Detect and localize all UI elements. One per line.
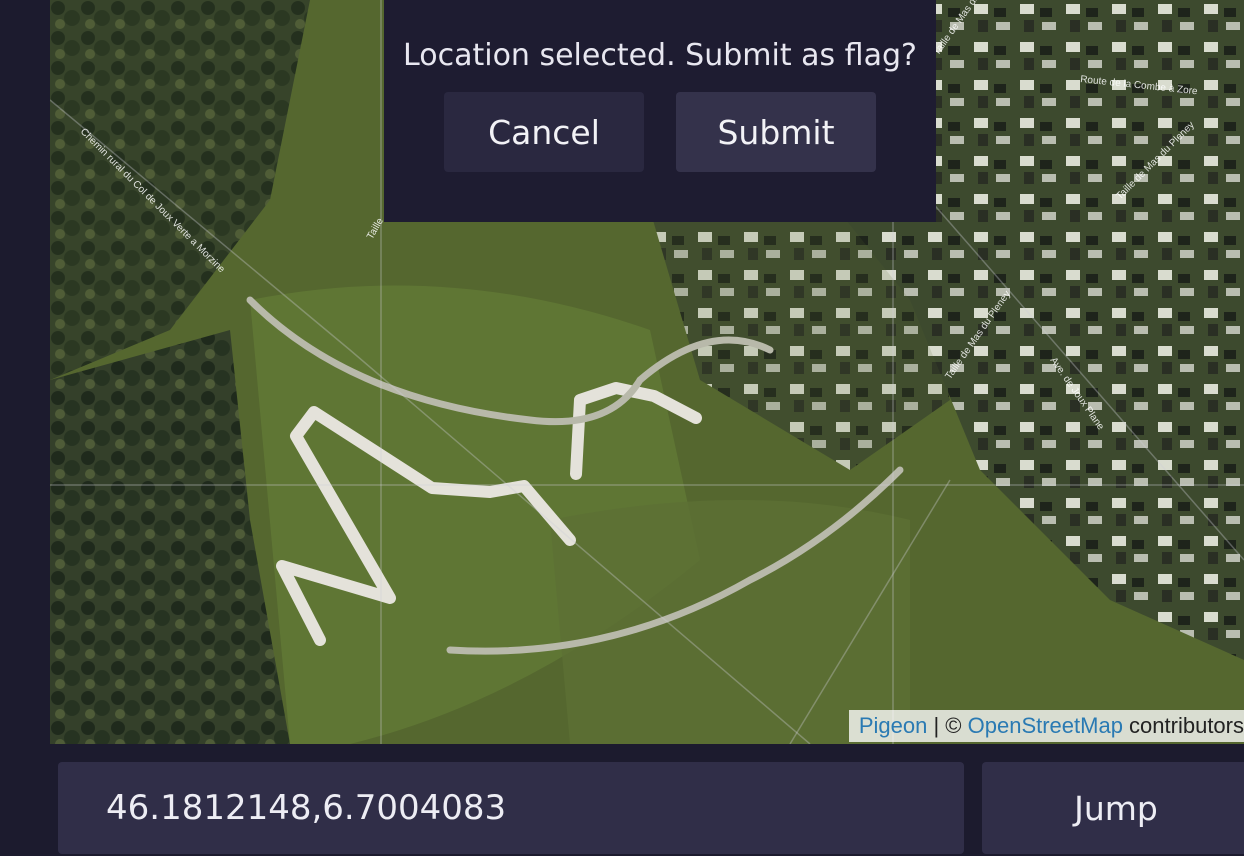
submit-button[interactable]: Submit [676, 92, 876, 172]
dialog-prompt: Location selected. Submit as flag? [403, 38, 917, 73]
attribution-suffix: contributors [1122, 713, 1244, 738]
attribution-link-pigeon[interactable]: Pigeon [859, 713, 928, 738]
attribution-separator: | © [927, 713, 968, 738]
app-root: Chemin rural du Col de Joux Verte a Morz… [0, 0, 1244, 856]
jump-button[interactable]: Jump [982, 762, 1244, 854]
map-attribution: Pigeon | © OpenStreetMap contributors [848, 710, 1244, 742]
attribution-link-osm[interactable]: OpenStreetMap [968, 713, 1123, 738]
coordinates-input[interactable] [58, 762, 964, 854]
cancel-button[interactable]: Cancel [444, 92, 644, 172]
submit-flag-dialog: Location selected. Submit as flag? Cance… [384, 0, 936, 222]
